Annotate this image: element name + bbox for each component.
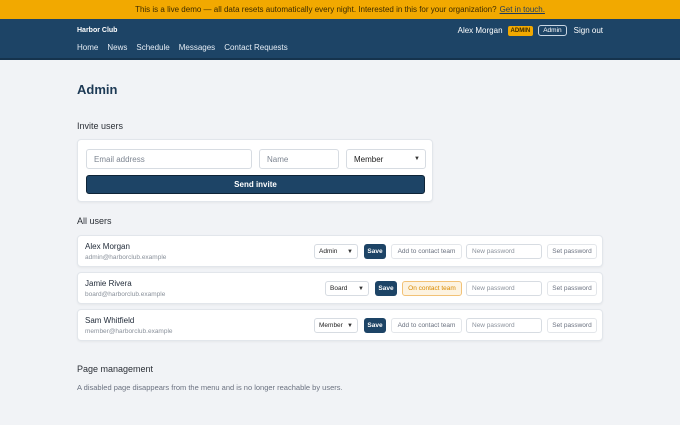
user-row-email: member@harborclub.example	[85, 328, 173, 335]
page-management-note: A disabled page disappears from the menu…	[77, 383, 343, 392]
add-to-contact-team-button[interactable]: Add to contact team	[391, 318, 462, 333]
all-users-section-title: All users	[77, 216, 112, 226]
chevron-down-icon: ▼	[414, 156, 420, 162]
nav-home[interactable]: Home	[77, 43, 98, 52]
new-password-input[interactable]: New password	[466, 281, 542, 296]
nav-contact-requests[interactable]: Contact Requests	[224, 43, 288, 52]
nav-messages[interactable]: Messages	[179, 43, 215, 52]
sign-out-link[interactable]: Sign out	[574, 26, 603, 35]
invite-role-select[interactable]: Member ▼	[346, 149, 426, 169]
user-role-select[interactable]: Admin ▼	[314, 244, 358, 259]
invite-section-title: Invite users	[77, 121, 124, 131]
invite-role-value: Member	[354, 154, 384, 164]
new-password-input[interactable]: New password	[466, 318, 542, 333]
user-row-email: admin@harborclub.example	[85, 254, 167, 261]
user-row: Alex Morgan admin@harborclub.example Adm…	[77, 235, 603, 267]
chevron-down-icon: ▼	[347, 322, 353, 329]
invite-card: Email address Name Member ▼ Send invite	[77, 139, 433, 202]
user-row-email: board@harborclub.example	[85, 291, 166, 298]
send-invite-button[interactable]: Send invite	[86, 175, 425, 194]
user-row-name: Jamie Rivera	[85, 279, 132, 288]
main-nav: Home News Schedule Messages Contact Requ…	[77, 43, 288, 52]
user-role-value: Admin	[319, 248, 338, 255]
new-password-placeholder: New password	[472, 322, 515, 329]
header: Harbor Club Home News Schedule Messages …	[0, 19, 680, 60]
user-role-select[interactable]: Board ▼	[325, 281, 369, 296]
user-row-name: Alex Morgan	[85, 242, 130, 251]
email-placeholder: Email address	[94, 154, 145, 164]
new-password-input[interactable]: New password	[466, 244, 542, 259]
user-row-name: Sam Whitfield	[85, 316, 135, 325]
add-to-contact-team-button[interactable]: Add to contact team	[391, 244, 462, 259]
user-role-select[interactable]: Member ▼	[314, 318, 358, 333]
new-password-placeholder: New password	[472, 248, 515, 255]
brand-logo[interactable]: Harbor Club	[77, 27, 117, 34]
nav-news[interactable]: News	[107, 43, 127, 52]
demo-banner-text: This is a live demo — all data resets au…	[135, 5, 497, 14]
save-button[interactable]: Save	[375, 281, 397, 296]
user-row: Sam Whitfield member@harborclub.example …	[77, 309, 603, 341]
chevron-down-icon: ▼	[347, 248, 353, 255]
save-button[interactable]: Save	[364, 244, 386, 259]
user-role-value: Member	[319, 322, 343, 329]
role-badge: ADMIN	[507, 25, 534, 36]
page-title: Admin	[77, 82, 118, 97]
set-password-button[interactable]: Set password	[547, 318, 597, 333]
name-input[interactable]: Name	[259, 149, 339, 169]
user-menu: Alex Morgan ADMIN Admin Sign out	[458, 25, 603, 36]
new-password-placeholder: New password	[472, 285, 515, 292]
name-placeholder: Name	[267, 154, 289, 164]
demo-banner: This is a live demo — all data resets au…	[0, 0, 680, 19]
save-button[interactable]: Save	[364, 318, 386, 333]
on-contact-team-button[interactable]: On contact team	[402, 281, 462, 296]
email-input[interactable]: Email address	[86, 149, 252, 169]
user-role-value: Board	[330, 285, 348, 292]
user-row: Jamie Rivera board@harborclub.example Bo…	[77, 272, 603, 304]
page-management-section-title: Page management	[77, 364, 154, 374]
get-in-touch-link[interactable]: Get in touch.	[500, 5, 545, 14]
set-password-button[interactable]: Set password	[547, 281, 597, 296]
chevron-down-icon: ▼	[358, 285, 364, 292]
admin-button[interactable]: Admin	[538, 25, 567, 36]
user-name: Alex Morgan	[457, 26, 503, 35]
set-password-button[interactable]: Set password	[547, 244, 597, 259]
nav-schedule[interactable]: Schedule	[136, 43, 169, 52]
